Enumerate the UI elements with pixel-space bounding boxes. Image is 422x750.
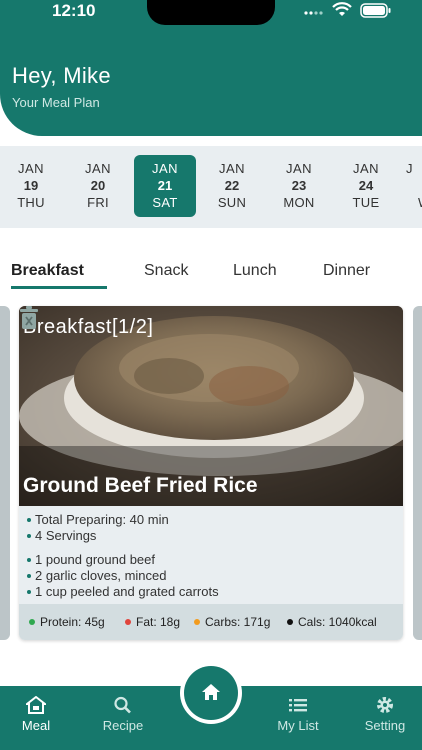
ingredient-item: 1 cup peeled and grated carrots <box>27 584 403 600</box>
nav-my-list[interactable]: My List <box>265 696 331 733</box>
battery-icon <box>360 3 391 18</box>
gear-icon <box>377 697 393 713</box>
nav-setting-label: Setting <box>364 718 406 733</box>
date-day: 20 <box>90 178 106 193</box>
list-icon <box>289 699 307 712</box>
date-item[interactable]: JAN 23 MON <box>268 155 330 217</box>
meal-tabs: Breakfast Snack Lunch Dinner <box>0 252 422 292</box>
active-tab-indicator <box>11 286 107 289</box>
date-day: 21 <box>157 178 173 193</box>
cals-dot <box>287 619 293 625</box>
search-icon <box>114 696 131 714</box>
nav-setting[interactable]: Setting <box>352 696 418 733</box>
carbs-dot <box>194 619 200 625</box>
meal-icon <box>26 696 46 714</box>
greeting: Hey, Mike <box>12 63 111 88</box>
nav-meal-label: Meal <box>21 718 51 733</box>
date-month: JAN <box>285 161 313 176</box>
wifi-icon <box>332 2 352 16</box>
date-day: 24 <box>358 178 374 193</box>
trash-icon[interactable] <box>19 306 39 330</box>
macros-bar: Protein: 45g Fat: 18g Carbs: 171g Cals: … <box>19 604 403 640</box>
tab-breakfast[interactable]: Breakfast <box>11 262 84 280</box>
date-weekday: FRI <box>87 195 109 210</box>
nav-my-list-label: My List <box>277 718 319 733</box>
date-month: JAN <box>17 161 45 176</box>
date-item[interactable]: JAN 24 TUE <box>335 155 397 217</box>
date-weekday: SUN <box>217 195 247 210</box>
date-month: JAN <box>151 161 179 176</box>
prev-card-peek[interactable] <box>0 306 10 640</box>
date-day <box>392 178 422 193</box>
nav-meal[interactable]: Meal <box>3 696 69 733</box>
macro-cals: Cals: 1040kcal <box>298 615 377 629</box>
home-button-ring <box>180 662 242 724</box>
date-day: 23 <box>291 178 307 193</box>
fat-dot <box>125 619 131 625</box>
date-month: JAN <box>352 161 380 176</box>
macro-fat: Fat: 18g <box>136 615 181 629</box>
meal-photo: Breakfast[1/2] Ground Beef Fried Rice <box>19 306 403 506</box>
prep-time: Total Preparing: 40 min <box>27 512 403 528</box>
meal-details: Total Preparing: 40 min 4 Servings 1 pou… <box>19 506 403 604</box>
tab-dinner[interactable]: Dinner <box>323 262 370 280</box>
home-button[interactable] <box>184 666 238 720</box>
header: 12:10 Hey, Mike Your Meal Plan <box>0 0 422 136</box>
date-item[interactable]: JAN 19 THU <box>0 155 62 217</box>
date-month: JAN <box>84 161 112 176</box>
meal-card[interactable]: Breakfast[1/2] Ground Beef Fried Rice To… <box>19 306 403 640</box>
page-subtitle: Your Meal Plan <box>12 95 100 110</box>
dish-name: Ground Beef Fried Rice <box>23 474 258 497</box>
date-item[interactable]: J W <box>392 155 422 217</box>
date-month: J <box>406 161 413 176</box>
status-bar: 12:10 <box>0 0 422 36</box>
date-day: 22 <box>224 178 240 193</box>
nav-recipe-label: Recipe <box>102 718 144 733</box>
tab-lunch[interactable]: Lunch <box>233 262 277 280</box>
date-month: JAN <box>218 161 246 176</box>
date-weekday: W <box>392 195 422 210</box>
nav-recipe[interactable]: Recipe <box>90 696 156 733</box>
date-item[interactable]: JAN 22 SUN <box>201 155 263 217</box>
date-day: 19 <box>23 178 39 193</box>
servings: 4 Servings <box>27 528 403 544</box>
home-icon <box>202 684 220 700</box>
ingredient-item: 2 garlic cloves, minced <box>27 568 403 584</box>
date-weekday: TUE <box>352 195 380 210</box>
signal-icon <box>304 11 323 15</box>
tab-snack[interactable]: Snack <box>144 262 188 280</box>
meal-slot-label: Breakfast[1/2] <box>23 316 154 338</box>
macro-protein: Protein: 45g <box>40 615 105 629</box>
next-card-peek[interactable] <box>413 306 422 640</box>
date-weekday: MON <box>283 195 315 210</box>
date-item[interactable]: JAN 20 FRI <box>67 155 129 217</box>
ingredient-item: 1 pound ground beef <box>27 552 403 568</box>
protein-dot <box>29 619 35 625</box>
date-weekday: THU <box>17 195 45 210</box>
status-time: 12:10 <box>52 1 96 20</box>
notch <box>147 0 275 25</box>
macro-carbs: Carbs: 171g <box>205 615 271 629</box>
date-item-selected[interactable]: JAN 21 SAT <box>134 155 196 217</box>
date-weekday: SAT <box>152 195 178 210</box>
date-selector: JAN 19 THU JAN 20 FRI JAN 21 SAT JAN 22 … <box>0 146 422 228</box>
